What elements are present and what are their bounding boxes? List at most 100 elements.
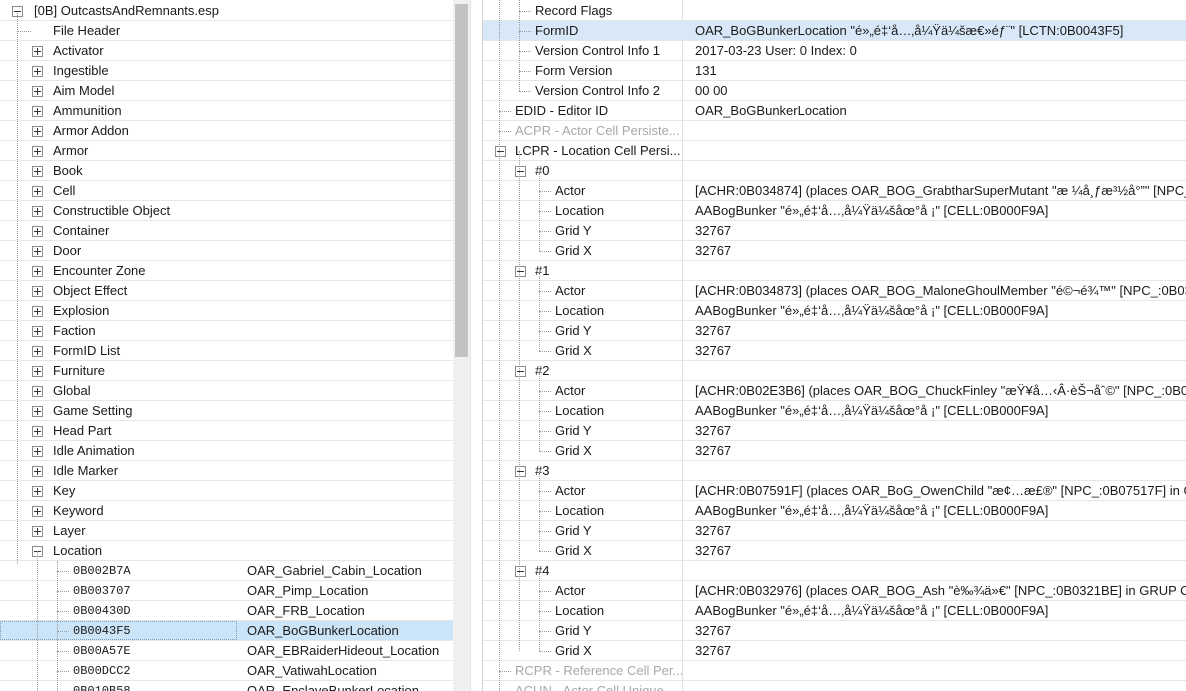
location-record-row[interactable]: 0B010B58 OAR_EnclaveBunkerLocation [0,681,453,691]
lcpr-entry-grid-x[interactable]: Grid X 32767 [483,241,1186,261]
location-record-row[interactable]: 0B00DCC2 OAR_VatiwahLocation [0,661,453,681]
tree-group-explosion[interactable]: Explosion [0,301,453,321]
expand-icon[interactable] [32,486,43,497]
tree-group-aim-model[interactable]: Aim Model [0,81,453,101]
lcpr-entry-location[interactable]: Location AABogBunker "é»„é‡‘å…‚å¼Ÿä¼šåœ°å… [483,201,1186,221]
location-record-row[interactable]: 0B00430D OAR_FRB_Location [0,601,453,621]
tree-group-armor-addon[interactable]: Armor Addon [0,121,453,141]
tree-group-book[interactable]: Book [0,161,453,181]
expand-icon[interactable] [32,366,43,377]
lcpr-entry-grid-y[interactable]: Grid Y 32767 [483,621,1186,641]
tree-group-location[interactable]: Location [0,541,453,561]
tree-row-file-header[interactable]: File Header [0,21,453,41]
tree-group-keyword[interactable]: Keyword [0,501,453,521]
lcpr-entry-grid-x[interactable]: Grid X 32767 [483,341,1186,361]
tree-row-plugin[interactable]: [0B] OutcastsAndRemnants.esp [0,1,453,21]
lcpr-entry-actor[interactable]: Actor [ACHR:0B02E3B6] (places OAR_BOG_Chu… [483,381,1186,401]
expand-icon[interactable] [32,406,43,417]
field-record-flags[interactable]: Record Flags [483,1,1186,21]
lcpr-entry-grid-y[interactable]: Grid Y 32767 [483,421,1186,441]
lcpr-entry-location[interactable]: Location AABogBunker "é»„é‡‘å…‚å¼Ÿä¼šåœ°å… [483,401,1186,421]
expand-icon[interactable] [32,46,43,57]
expand-icon[interactable] [32,146,43,157]
location-record-row[interactable]: 0B003707 OAR_Pimp_Location [0,581,453,601]
record-view-pane[interactable]: Record Flags FormID OAR_BoGBunkerLocation … [483,0,1186,691]
expand-icon[interactable] [32,326,43,337]
tree-group-game-setting[interactable]: Game Setting [0,401,453,421]
expand-icon[interactable] [32,266,43,277]
tree-group-object-effect[interactable]: Object Effect [0,281,453,301]
collapse-icon[interactable] [515,566,526,577]
collapse-icon[interactable] [495,146,506,157]
tree-group-idle-animation[interactable]: Idle Animation [0,441,453,461]
pane-splitter[interactable] [470,0,483,691]
expand-icon[interactable] [32,286,43,297]
expand-icon[interactable] [32,306,43,317]
field-acun[interactable]: ACUN - Actor Cell Unique... [483,681,1186,691]
expand-icon[interactable] [32,506,43,517]
field-version-control-2[interactable]: Version Control Info 2 00 00 [483,81,1186,101]
tree-group-cell[interactable]: Cell [0,181,453,201]
lcpr-entry-1[interactable]: #1 [483,261,1186,281]
lcpr-entry-grid-y[interactable]: Grid Y 32767 [483,521,1186,541]
tree-group-global[interactable]: Global [0,381,453,401]
expand-icon[interactable] [32,106,43,117]
expand-icon[interactable] [32,206,43,217]
expand-icon[interactable] [32,86,43,97]
tree-scrollbar[interactable] [453,0,470,691]
collapse-icon[interactable] [515,166,526,177]
field-acpr[interactable]: ACPR - Actor Cell Persiste... [483,121,1186,141]
tree-group-door[interactable]: Door [0,241,453,261]
collapse-icon[interactable] [515,366,526,377]
field-lcpr[interactable]: LCPR - Location Cell Persi... [483,141,1186,161]
field-rcpr[interactable]: RCPR - Reference Cell Per... [483,661,1186,681]
lcpr-entry-grid-y[interactable]: Grid Y 32767 [483,321,1186,341]
tree-group-container[interactable]: Container [0,221,453,241]
expand-icon[interactable] [32,466,43,477]
lcpr-entry-grid-y[interactable]: Grid Y 32767 [483,221,1186,241]
collapse-icon[interactable] [515,466,526,477]
expand-icon[interactable] [32,246,43,257]
lcpr-entry-0[interactable]: #0 [483,161,1186,181]
tree-group-activator[interactable]: Activator [0,41,453,61]
lcpr-entry-location[interactable]: Location AABogBunker "é»„é‡‘å…‚å¼Ÿä¼šåœ°å… [483,501,1186,521]
lcpr-entry-4[interactable]: #4 [483,561,1186,581]
expand-icon[interactable] [32,526,43,537]
lcpr-entry-actor[interactable]: Actor [ACHR:0B034873] (places OAR_BOG_Mal… [483,281,1186,301]
expand-icon[interactable] [32,446,43,457]
field-form-version[interactable]: Form Version 131 [483,61,1186,81]
tree-group-head-part[interactable]: Head Part [0,421,453,441]
tree-group-faction[interactable]: Faction [0,321,453,341]
expand-icon[interactable] [32,226,43,237]
lcpr-entry-location[interactable]: Location AABogBunker "é»„é‡‘å…‚å¼Ÿä¼šåœ°å… [483,301,1186,321]
tree-group-layer[interactable]: Layer [0,521,453,541]
tree-group-formid-list[interactable]: FormID List [0,341,453,361]
expand-icon[interactable] [32,386,43,397]
tree-group-idle-marker[interactable]: Idle Marker [0,461,453,481]
lcpr-entry-2[interactable]: #2 [483,361,1186,381]
lcpr-entry-3[interactable]: #3 [483,461,1186,481]
tree-group-ingestible[interactable]: Ingestible [0,61,453,81]
tree-group-armor[interactable]: Armor [0,141,453,161]
lcpr-entry-grid-x[interactable]: Grid X 32767 [483,441,1186,461]
record-tree-pane[interactable]: [0B] OutcastsAndRemnants.esp File Header A… [0,0,470,691]
location-record-row[interactable]: 0B0043F5 OAR_BoGBunkerLocation [0,621,453,641]
field-edid[interactable]: EDID - Editor ID OAR_BoGBunkerLocation [483,101,1186,121]
lcpr-entry-grid-x[interactable]: Grid X 32767 [483,541,1186,561]
field-version-control-1[interactable]: Version Control Info 1 2017-03-23 User: 0… [483,41,1186,61]
expand-icon[interactable] [32,166,43,177]
expand-icon[interactable] [32,66,43,77]
lcpr-entry-actor[interactable]: Actor [ACHR:0B07591F] (places OAR_BoG_Owe… [483,481,1186,501]
tree-group-constructible-object[interactable]: Constructible Object [0,201,453,221]
tree-group-furniture[interactable]: Furniture [0,361,453,381]
expand-icon[interactable] [32,426,43,437]
tree-scrollbar-thumb[interactable] [455,4,468,357]
expand-icon[interactable] [32,186,43,197]
tree-group-encounter-zone[interactable]: Encounter Zone [0,261,453,281]
lcpr-entry-actor[interactable]: Actor [ACHR:0B032976] (places OAR_BOG_Ash… [483,581,1186,601]
lcpr-entry-grid-x[interactable]: Grid X 32767 [483,641,1186,661]
lcpr-entry-actor[interactable]: Actor [ACHR:0B034874] (places OAR_BOG_Gra… [483,181,1186,201]
collapse-icon[interactable] [515,266,526,277]
tree-group-key[interactable]: Key [0,481,453,501]
field-formid[interactable]: FormID OAR_BoGBunkerLocation "é»„é‡‘å…‚å¼… [483,21,1186,41]
